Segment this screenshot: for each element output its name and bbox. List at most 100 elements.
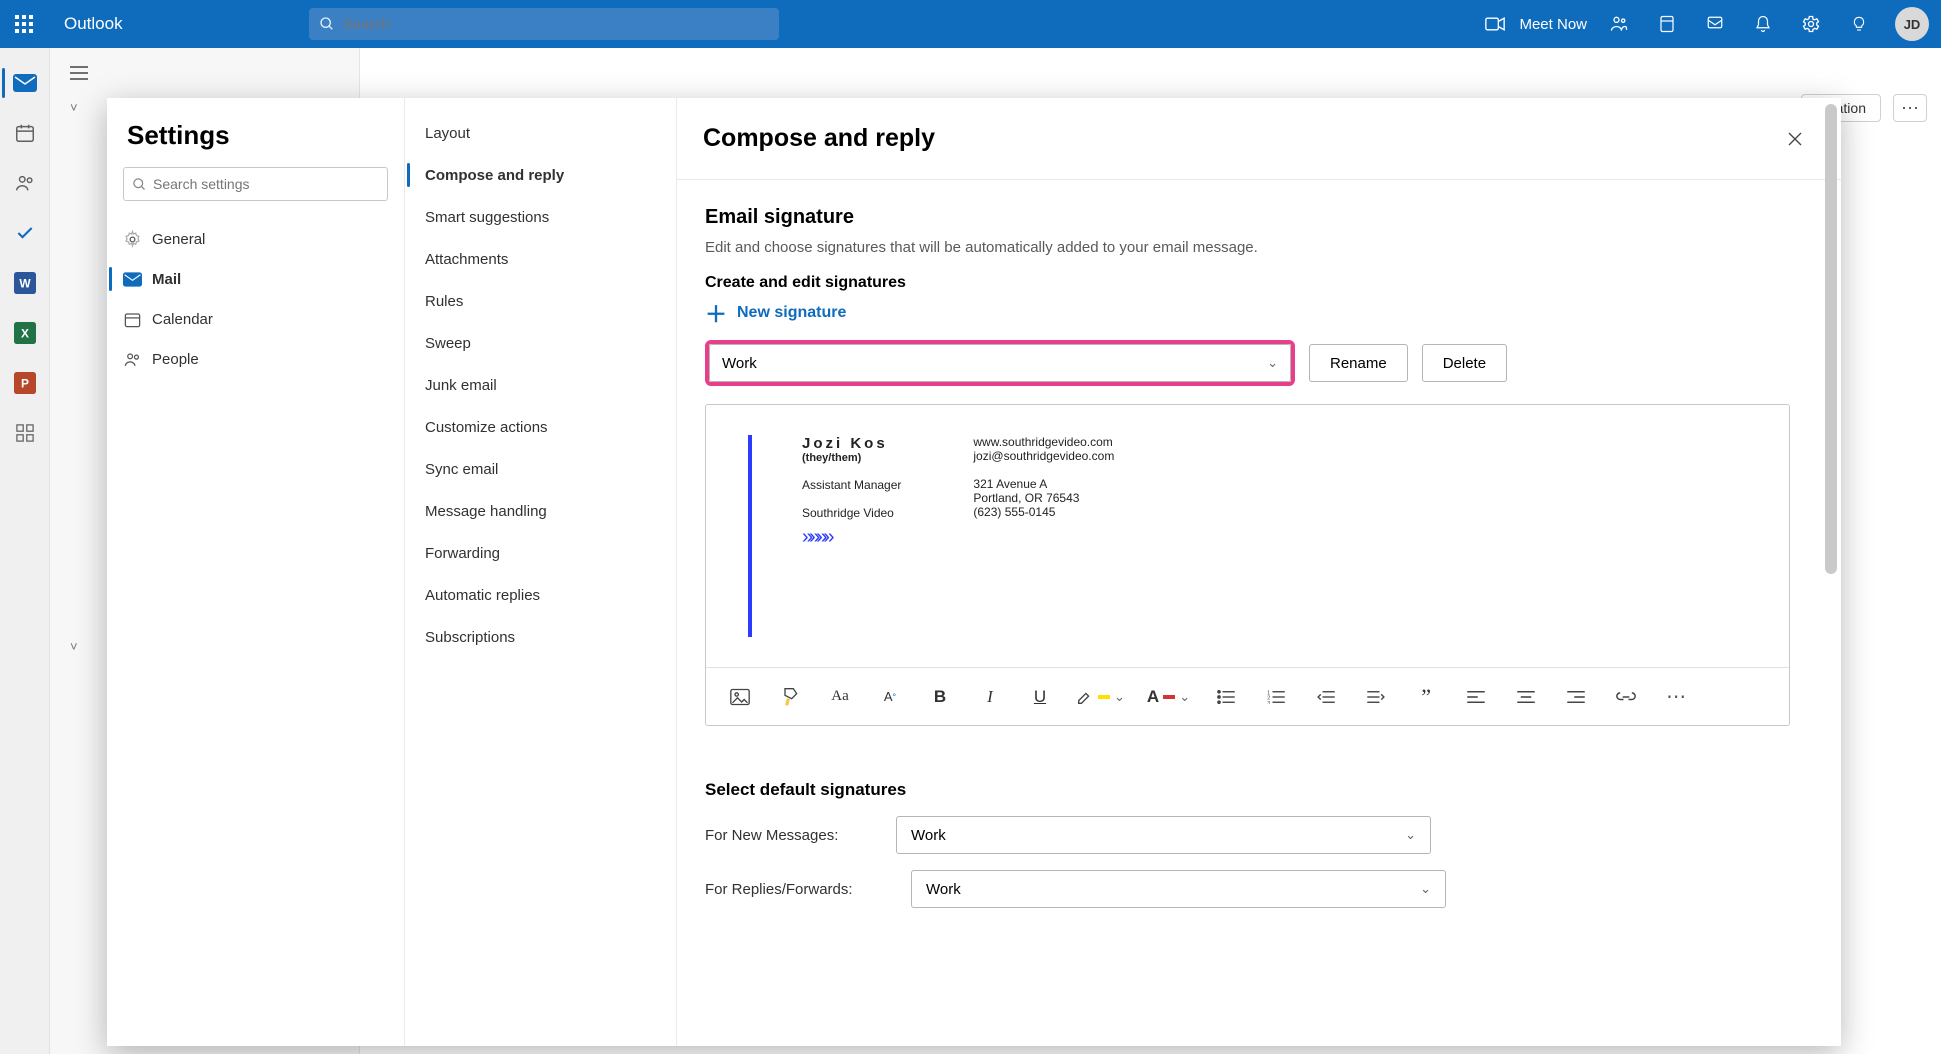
sig-preview-role: Assistant Manager: [802, 478, 901, 492]
default-reply-value: Work: [926, 881, 961, 898]
settings-gear-icon[interactable]: [1787, 0, 1835, 48]
outdent-icon[interactable]: [1312, 683, 1340, 711]
subnav-sweep[interactable]: Sweep: [405, 322, 676, 364]
notes-icon[interactable]: [1643, 0, 1691, 48]
font-color-icon[interactable]: A⌄: [1147, 683, 1190, 711]
underline-icon[interactable]: U: [1026, 683, 1054, 711]
create-edit-heading: Create and edit signatures: [705, 274, 1813, 292]
default-new-value: Work: [911, 827, 946, 844]
subnav-sync-email[interactable]: Sync email: [405, 448, 676, 490]
chevron-down-icon: ⌄: [1420, 881, 1431, 897]
settings-search-box[interactable]: [123, 167, 388, 201]
format-painter-icon[interactable]: [776, 683, 804, 711]
todo-flag-icon[interactable]: [1691, 0, 1739, 48]
rename-button[interactable]: Rename: [1309, 344, 1408, 382]
settings-nav-general[interactable]: General: [107, 219, 404, 259]
signature-select-value: Work: [722, 355, 757, 372]
signature-select-highlight: Work ⌄: [705, 340, 1295, 386]
subnav-label: Compose and reply: [425, 167, 564, 184]
mail-icon: [123, 272, 142, 287]
meet-now-label[interactable]: Meet Now: [1519, 16, 1595, 33]
calendar-icon: [123, 310, 142, 329]
teams-icon[interactable]: [1595, 0, 1643, 48]
subnav-junk-email[interactable]: Junk email: [405, 364, 676, 406]
subnav-smart-suggestions[interactable]: Smart suggestions: [405, 196, 676, 238]
app-brand: Outlook: [48, 14, 139, 34]
nav-label: Mail: [152, 271, 181, 288]
sig-preview-pronouns: (they/them): [802, 452, 901, 464]
default-reply-select[interactable]: Work ⌄: [911, 870, 1446, 908]
subnav-compose-reply[interactable]: Compose and reply: [405, 154, 676, 196]
subnav-label: Junk email: [425, 377, 497, 394]
align-right-icon[interactable]: [1562, 683, 1590, 711]
chevron-down-icon: ⌄: [1267, 355, 1278, 371]
new-signature-button[interactable]: ＋ New signature: [705, 302, 1813, 324]
subnav-label: Attachments: [425, 251, 508, 268]
font-family-icon[interactable]: Aa: [826, 683, 854, 711]
signature-editor-canvas[interactable]: Jozi Kos (they/them) Assistant Manager S…: [706, 405, 1789, 667]
default-signatures-heading: Select default signatures: [705, 780, 1813, 800]
insert-image-icon[interactable]: [726, 683, 754, 711]
subnav-rules[interactable]: Rules: [405, 280, 676, 322]
signature-select[interactable]: Work ⌄: [709, 344, 1291, 382]
toolbar-overflow-icon[interactable]: ⋯: [1662, 683, 1690, 711]
subnav-message-handling[interactable]: Message handling: [405, 490, 676, 532]
subnav-label: Forwarding: [425, 545, 500, 562]
tips-bulb-icon[interactable]: [1835, 0, 1883, 48]
delete-button[interactable]: Delete: [1422, 344, 1507, 382]
search-box[interactable]: [309, 8, 779, 40]
italic-icon[interactable]: I: [976, 683, 1004, 711]
sig-preview-phone: (623) 555-0145: [973, 505, 1114, 519]
sig-preview-company: Southridge Video: [802, 506, 901, 520]
sig-preview-address2: Portland, OR 76543: [973, 491, 1114, 505]
settings-nav-mail[interactable]: Mail: [107, 259, 404, 299]
subnav-label: Rules: [425, 293, 463, 310]
gear-icon: [123, 230, 142, 249]
quote-icon[interactable]: ”: [1412, 683, 1440, 711]
email-signature-heading: Email signature: [705, 206, 1813, 229]
sig-preview-email: jozi@southridgevideo.com: [973, 449, 1114, 463]
subnav-label: Customize actions: [425, 419, 548, 436]
sig-preview-website: www.southridgevideo.com: [973, 435, 1114, 449]
search-input[interactable]: [343, 16, 769, 33]
settings-nav-calendar[interactable]: Calendar: [107, 299, 404, 339]
bullet-list-icon[interactable]: [1212, 683, 1240, 711]
number-list-icon[interactable]: 123: [1262, 683, 1290, 711]
mail-settings-subnav: Layout Compose and reply Smart suggestio…: [405, 98, 677, 1046]
subnav-automatic-replies[interactable]: Automatic replies: [405, 574, 676, 616]
chevron-decor-icon: »»»»: [802, 526, 901, 549]
signature-editor[interactable]: Jozi Kos (they/them) Assistant Manager S…: [705, 404, 1790, 726]
subnav-layout[interactable]: Layout: [405, 112, 676, 154]
app-header: Outlook Meet Now JD: [0, 0, 1941, 48]
bold-icon[interactable]: B: [926, 683, 954, 711]
indent-icon[interactable]: [1362, 683, 1390, 711]
meet-now-camera-icon[interactable]: [1471, 0, 1519, 48]
subnav-attachments[interactable]: Attachments: [405, 238, 676, 280]
profile-avatar[interactable]: JD: [1895, 7, 1929, 41]
settings-title: Settings: [107, 116, 404, 167]
subnav-subscriptions[interactable]: Subscriptions: [405, 616, 676, 658]
align-center-icon[interactable]: [1512, 683, 1540, 711]
font-size-icon[interactable]: A°: [876, 683, 904, 711]
nav-label: General: [152, 231, 205, 248]
align-left-icon[interactable]: [1462, 683, 1490, 711]
app-launcher-icon[interactable]: [0, 0, 48, 48]
nav-label: Calendar: [152, 311, 213, 328]
content-pane-title: Compose and reply: [703, 124, 935, 153]
highlight-color-icon[interactable]: ⌄: [1076, 683, 1125, 711]
dialog-close-button[interactable]: [1775, 119, 1815, 159]
sig-preview-name: Jozi Kos: [802, 435, 901, 452]
default-new-select[interactable]: Work ⌄: [896, 816, 1431, 854]
subnav-label: Subscriptions: [425, 629, 515, 646]
subnav-customize-actions[interactable]: Customize actions: [405, 406, 676, 448]
notifications-icon[interactable]: [1739, 0, 1787, 48]
settings-dialog: Settings General Mail Calendar People: [107, 98, 1841, 1046]
insert-link-icon[interactable]: [1612, 683, 1640, 711]
subnav-label: Sync email: [425, 461, 498, 478]
subnav-forwarding[interactable]: Forwarding: [405, 532, 676, 574]
settings-search-input[interactable]: [153, 176, 379, 192]
subnav-label: Sweep: [425, 335, 471, 352]
people-icon: [123, 350, 142, 369]
settings-nav-people[interactable]: People: [107, 339, 404, 379]
chevron-down-icon: ⌄: [1405, 827, 1416, 843]
